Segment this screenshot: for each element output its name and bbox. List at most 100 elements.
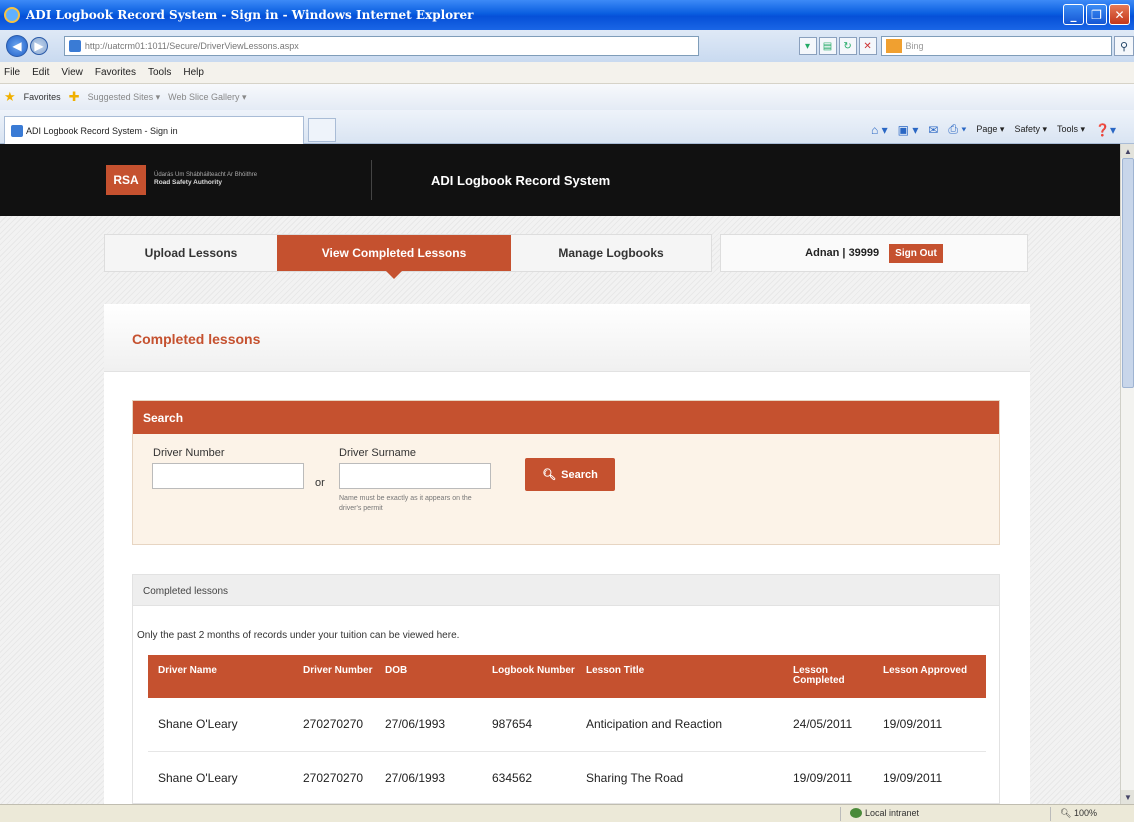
zoom-icon: 🔍︎ [1060,808,1072,818]
scroll-thumb[interactable] [1122,158,1134,388]
menu-help[interactable]: Help [183,67,204,78]
search-button[interactable]: 🔍︎ Search [525,458,615,491]
favorites-star-icon: ★ [4,89,16,104]
menu-file[interactable]: File [4,67,20,78]
status-bar: Local intranet 🔍︎ 100% [0,804,1134,822]
user-info: Adnan | 39999 [805,247,880,259]
col-lesson-title[interactable]: Lesson Title [576,655,783,698]
driver-surname-label: Driver Surname [339,447,417,459]
favorites-button[interactable]: Favorites [24,92,61,102]
back-icon[interactable]: ◀ [6,35,28,57]
url-tools: ▾ ▤ ↻ ✕ [798,37,877,55]
col-lesson-approved[interactable]: Lesson Approved [873,655,986,698]
col-logbook-number[interactable]: Logbook Number [482,655,576,698]
cell-driver-number: 270270270 [293,698,375,752]
status-separator [840,807,841,821]
cell-lesson-title: Anticipation and Reaction [576,698,783,752]
header-divider [371,160,372,200]
refresh-icon[interactable]: ↻ [838,37,857,55]
content-card: Completed lessons Search Driver Number o… [104,304,1030,804]
add-favorite-icon[interactable]: ✚ [69,89,80,105]
tools-menu[interactable]: Tools ▾ [1057,124,1085,135]
menu-favorites[interactable]: Favorites [95,67,136,78]
vertical-scrollbar[interactable]: ▲ ▼ [1120,144,1134,804]
scroll-up-icon[interactable]: ▲ [1121,144,1134,158]
col-lesson-completed[interactable]: Lesson Completed [783,655,873,698]
favorites-bar: ★ Favorites ✚ Suggested Sites ▾ Web Slic… [0,84,1134,110]
help-icon[interactable]: ❓▾ [1095,123,1116,137]
suggested-sites-link[interactable]: Suggested Sites ▾ [88,92,161,103]
maximize-icon[interactable]: ❐ [1086,4,1107,25]
safety-menu[interactable]: Safety ▾ [1014,124,1047,135]
ie-logo-icon [4,7,20,23]
dropdown-icon[interactable]: ▾ [798,37,817,55]
browser-tab-title: ADI Logbook Record System - Sign in [26,125,178,136]
zoom-level[interactable]: 🔍︎ 100% [1060,808,1097,819]
page-menu[interactable]: Page ▾ [976,124,1004,135]
print-icon[interactable]: ⎙ ▾ [948,122,966,137]
compatibility-icon[interactable]: ▤ [818,37,837,55]
cell-lesson-completed: 24/05/2011 [783,698,873,752]
org-name: Údarás Um Shábháilteacht Ar Bhóithre Roa… [154,171,257,187]
tab-upload-lessons[interactable]: Upload Lessons [105,235,277,271]
menu-edit[interactable]: Edit [32,67,49,78]
cell-dob: 27/06/1993 [375,751,482,804]
cell-lesson-completed: 19/09/2011 [783,751,873,804]
search-go-icon[interactable]: ⚲ [1114,36,1134,56]
browser-tab[interactable]: ADI Logbook Record System - Sign in [4,116,304,144]
table-row[interactable]: Shane O'Leary 270270270 27/06/1993 98765… [148,698,986,752]
new-tab-button[interactable] [308,118,336,142]
org-name-irish: Údarás Um Shábháilteacht Ar Bhóithre [154,172,258,178]
lessons-table: Driver Name Driver Number DOB Logbook Nu… [148,655,986,804]
search-button-label: Search [561,468,598,481]
cell-driver-name: Shane O'Leary [148,698,293,752]
close-icon[interactable]: ✕ [1109,4,1130,25]
intranet-icon [850,808,862,818]
zoom-value: 100% [1073,808,1097,818]
col-driver-name[interactable]: Driver Name [148,655,293,698]
results-panel: Completed lessons Only the past 2 months… [132,574,1000,804]
or-label: or [315,477,325,489]
sign-out-button[interactable]: Sign Out [889,243,943,263]
cell-logbook-number: 987654 [482,698,576,752]
feeds-icon[interactable]: ▣ ▾ [898,123,919,137]
page-viewport: RSA Údarás Um Shábháilteacht Ar Bhóithre… [0,144,1120,804]
org-name-english: Road Safety Authority [154,179,223,186]
tab-view-completed-lessons[interactable]: View Completed Lessons [277,235,511,279]
cell-lesson-title: Sharing The Road [576,751,783,804]
table-row[interactable]: Shane O'Leary 270270270 27/06/1993 63456… [148,751,986,804]
url-field[interactable]: http://uatcrm01:1011/Secure/DriverViewLe… [63,36,699,56]
address-bar: ◀ ▶ http://uatcrm01:1011/Secure/DriverVi… [0,30,1134,62]
rsa-logo[interactable]: RSA [106,165,146,195]
forward-icon[interactable]: ▶ [29,37,48,55]
search-engine-placeholder: Bing [905,41,924,51]
driver-number-label: Driver Number [153,447,225,459]
url-text: http://uatcrm01:1011/Secure/DriverViewLe… [84,41,299,51]
driver-number-input[interactable] [152,463,304,489]
driver-surname-input[interactable] [339,463,491,489]
home-icon[interactable]: ⌂ ▾ [871,123,888,137]
status-separator [1050,807,1051,821]
stop-icon[interactable]: ✕ [858,37,877,55]
results-panel-title: Completed lessons [133,575,999,606]
search-panel-title: Search [133,401,999,434]
cell-lesson-approved: 19/09/2011 [873,751,986,804]
web-slice-gallery-link[interactable]: Web Slice Gallery ▾ [168,92,246,103]
minimize-icon[interactable]: _ [1063,4,1084,25]
search-engine-input[interactable]: Bing [880,36,1113,56]
mail-icon[interactable]: ✉ [928,123,938,137]
menu-tools[interactable]: Tools [148,67,171,78]
col-dob[interactable]: DOB [375,655,482,698]
col-driver-number[interactable]: Driver Number [293,655,375,698]
security-zone[interactable]: Local intranet [850,808,919,818]
cell-driver-number: 270270270 [293,751,375,804]
tab-manage-logbooks[interactable]: Manage Logbooks [511,235,711,271]
surname-hint: Name must be exactly as it appears on th… [339,495,472,512]
cell-lesson-approved: 19/09/2011 [873,698,986,752]
tab-page-icon [11,124,23,137]
cell-logbook-number: 634562 [482,751,576,804]
menu-bar: File Edit View Favorites Tools Help [0,62,1134,84]
scroll-down-icon[interactable]: ▼ [1121,790,1134,804]
menu-view[interactable]: View [61,67,83,78]
user-box: Adnan | 39999 Sign Out [720,234,1028,272]
